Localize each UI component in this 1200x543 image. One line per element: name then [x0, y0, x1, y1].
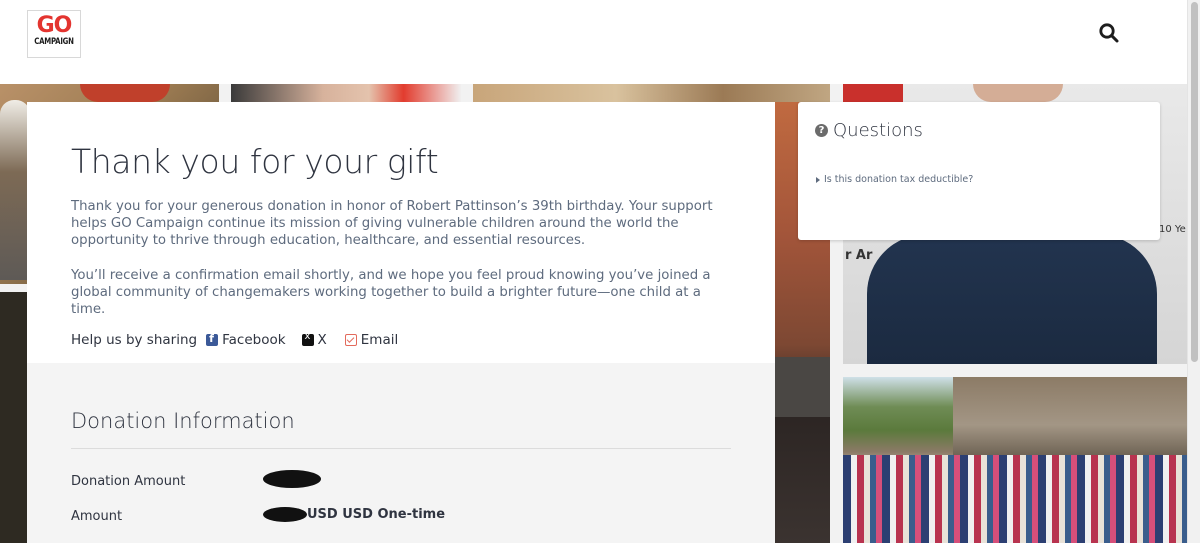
photo-tile-landscape [473, 84, 830, 102]
caret-right-icon [816, 176, 820, 183]
redaction-mark [263, 507, 307, 522]
faq-item-label: Is this donation tax deductible? [824, 174, 974, 185]
logo-go-text: GO [36, 13, 73, 38]
photo-tile-school-group [843, 377, 1187, 543]
share-email-label: Email [360, 332, 399, 348]
donation-info-title: Donation Information [71, 409, 295, 433]
thank-you-card: Thank you for your gift Thank you for yo… [27, 102, 775, 543]
photo-tile-portrait [231, 84, 461, 102]
confirmation-message: You’ll receive a confirmation email shor… [71, 268, 711, 317]
faq-item-tax-deductible[interactable]: Is this donation tax deductible? [816, 174, 973, 185]
share-x-label: X [317, 332, 327, 348]
share-facebook-link[interactable]: Facebook [206, 332, 286, 348]
page-title: Thank you for your gift [71, 142, 439, 181]
share-bar: Help us by sharing Facebook X Email [71, 331, 399, 348]
redaction-mark [263, 470, 321, 488]
share-email-link[interactable]: Email [344, 332, 399, 348]
amount-value: USD USD One-time [263, 507, 445, 522]
question-circle-icon: ? [815, 124, 828, 137]
page-scrollbar[interactable] [1187, 0, 1200, 543]
x-icon [301, 331, 314, 346]
go-campaign-logo[interactable]: GO CAMPAIGN [27, 10, 81, 58]
search-icon[interactable] [1098, 22, 1120, 44]
logo-campaign-text: CAMPAIGN [34, 37, 74, 47]
questions-title: Questions [833, 120, 923, 141]
share-x-link[interactable]: X [301, 331, 327, 348]
photo-caption-fragment-right: 10 Ye [1159, 224, 1186, 235]
scrollbar-thumb[interactable] [1191, 2, 1198, 362]
share-facebook-label: Facebook [222, 332, 286, 348]
share-label: Help us by sharing [71, 332, 198, 348]
facebook-icon [206, 332, 219, 346]
questions-panel: ? Questions Is this donation tax deducti… [798, 102, 1160, 240]
donation-amount-value [263, 470, 321, 488]
donation-info-section: Donation Information Donation Amount Amo… [27, 363, 775, 543]
photo-tile-dark [0, 292, 27, 543]
thank-you-message: Thank you for your generous donation in … [71, 199, 713, 248]
amount-label: Amount [71, 509, 123, 524]
donation-amount-label: Donation Amount [71, 474, 186, 489]
questions-header: ? Questions [815, 120, 923, 141]
email-icon [344, 334, 357, 346]
site-header: GO CAMPAIGN [0, 0, 1187, 84]
section-divider [71, 448, 731, 449]
amount-currency-frequency: USD USD One-time [307, 507, 446, 522]
photo-caption-fragment: r Ar [845, 248, 873, 263]
